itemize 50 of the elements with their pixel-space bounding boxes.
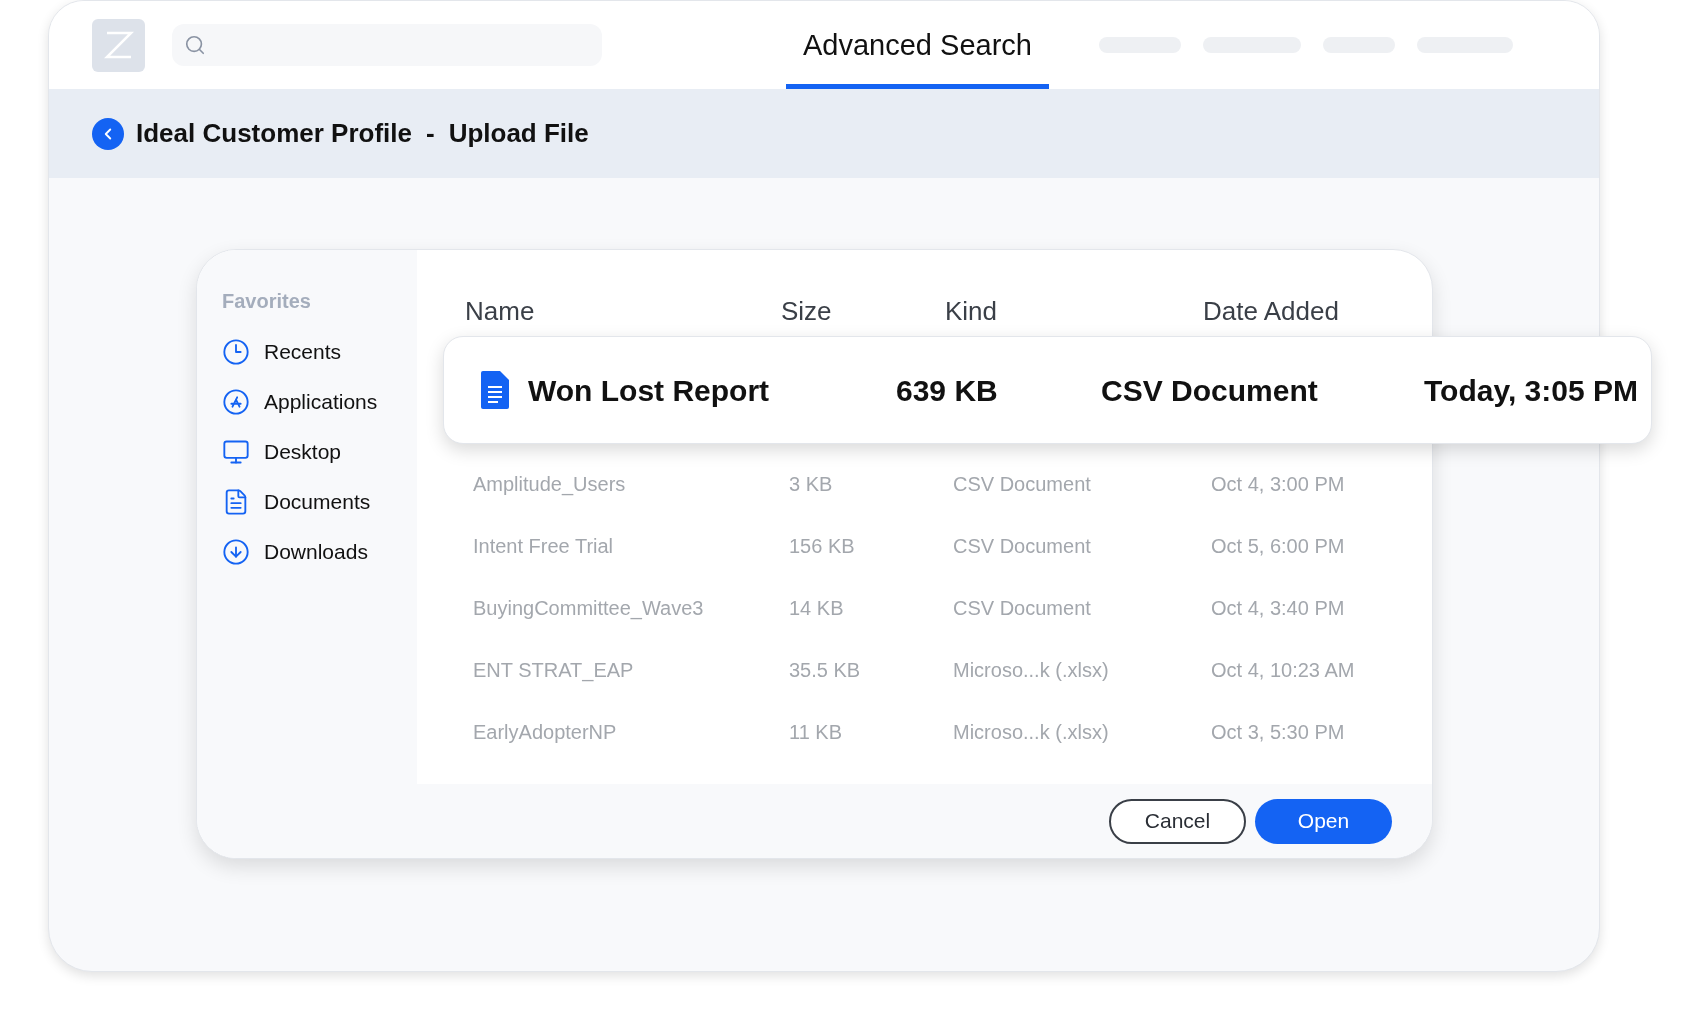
document-icon: [481, 371, 509, 409]
file-size: 14 KB: [789, 596, 845, 621]
column-header: Name: [465, 295, 536, 328]
file-kind: CSV Document: [1101, 372, 1319, 409]
monitor-icon: [222, 438, 250, 466]
file-kind: Microso...k (.xlsx): [953, 720, 1110, 745]
sidebar-item[interactable]: Applications: [222, 386, 417, 418]
file-name: ENT STRAT_EAP: [473, 658, 635, 684]
file-name: Amplitude_Users: [473, 472, 627, 498]
file-size: 3 KB: [789, 472, 834, 497]
search-field[interactable]: [172, 24, 602, 66]
file-kind: CSV Document: [953, 596, 1092, 621]
file-name: Won Lost Report: [528, 372, 771, 409]
app-store-icon: [222, 388, 250, 416]
sidebar-heading: Favorites: [222, 289, 312, 314]
file-date: Oct 4, 3:00 PM: [1211, 472, 1346, 497]
column-header: Date Added: [1203, 295, 1340, 328]
file-date: Oct 4, 10:23 AM: [1211, 658, 1356, 683]
file-kind: CSV Document: [953, 472, 1092, 497]
file-date: Oct 3, 5:30 PM: [1211, 720, 1346, 745]
logo-icon: [103, 30, 134, 60]
page-subtitle: Upload File: [448, 117, 589, 150]
column-header: Kind: [945, 295, 999, 328]
sidebar-item[interactable]: Recents: [222, 336, 417, 368]
column-header: Size: [781, 295, 833, 328]
sidebar-item[interactable]: Downloads: [222, 536, 417, 568]
file-name: EarlyAdopterNP: [473, 720, 618, 745]
file-date: Oct 4, 3:40 PM: [1211, 596, 1346, 621]
selected-file-row[interactable]: Won Lost Report 639 KB CSV Document Today, 3:05 PM: [443, 336, 1652, 444]
open-button[interactable]: Open: [1255, 798, 1392, 844]
back-button[interactable]: [92, 117, 124, 150]
page-title: Ideal Customer Profile: [136, 117, 412, 150]
file-kind: CSV Document: [953, 534, 1092, 559]
clock-icon: [222, 338, 250, 366]
file-size: 639 KB: [896, 372, 999, 409]
sidebar-item[interactable]: Documents: [222, 486, 417, 518]
file-kind: Microso...k (.xlsx): [953, 658, 1110, 683]
file-name: Intent Free Trial: [473, 534, 615, 559]
sidebar-item[interactable]: Desktop: [222, 436, 417, 468]
separator: -: [425, 117, 435, 150]
file-date: Today, 3:05 PM: [1424, 372, 1638, 409]
file-size: 11 KB: [789, 720, 843, 745]
file-size: 156 KB: [789, 534, 856, 559]
cancel-button[interactable]: Cancel: [1109, 798, 1246, 844]
file-name: BuyingCommittee_Wave3: [473, 596, 705, 622]
logo[interactable]: [92, 18, 145, 72]
search-icon: [184, 34, 206, 56]
file-size: 35.5 KB: [789, 658, 862, 683]
download-icon: [222, 538, 250, 566]
file-date: Oct 5, 6:00 PM: [1211, 534, 1346, 559]
